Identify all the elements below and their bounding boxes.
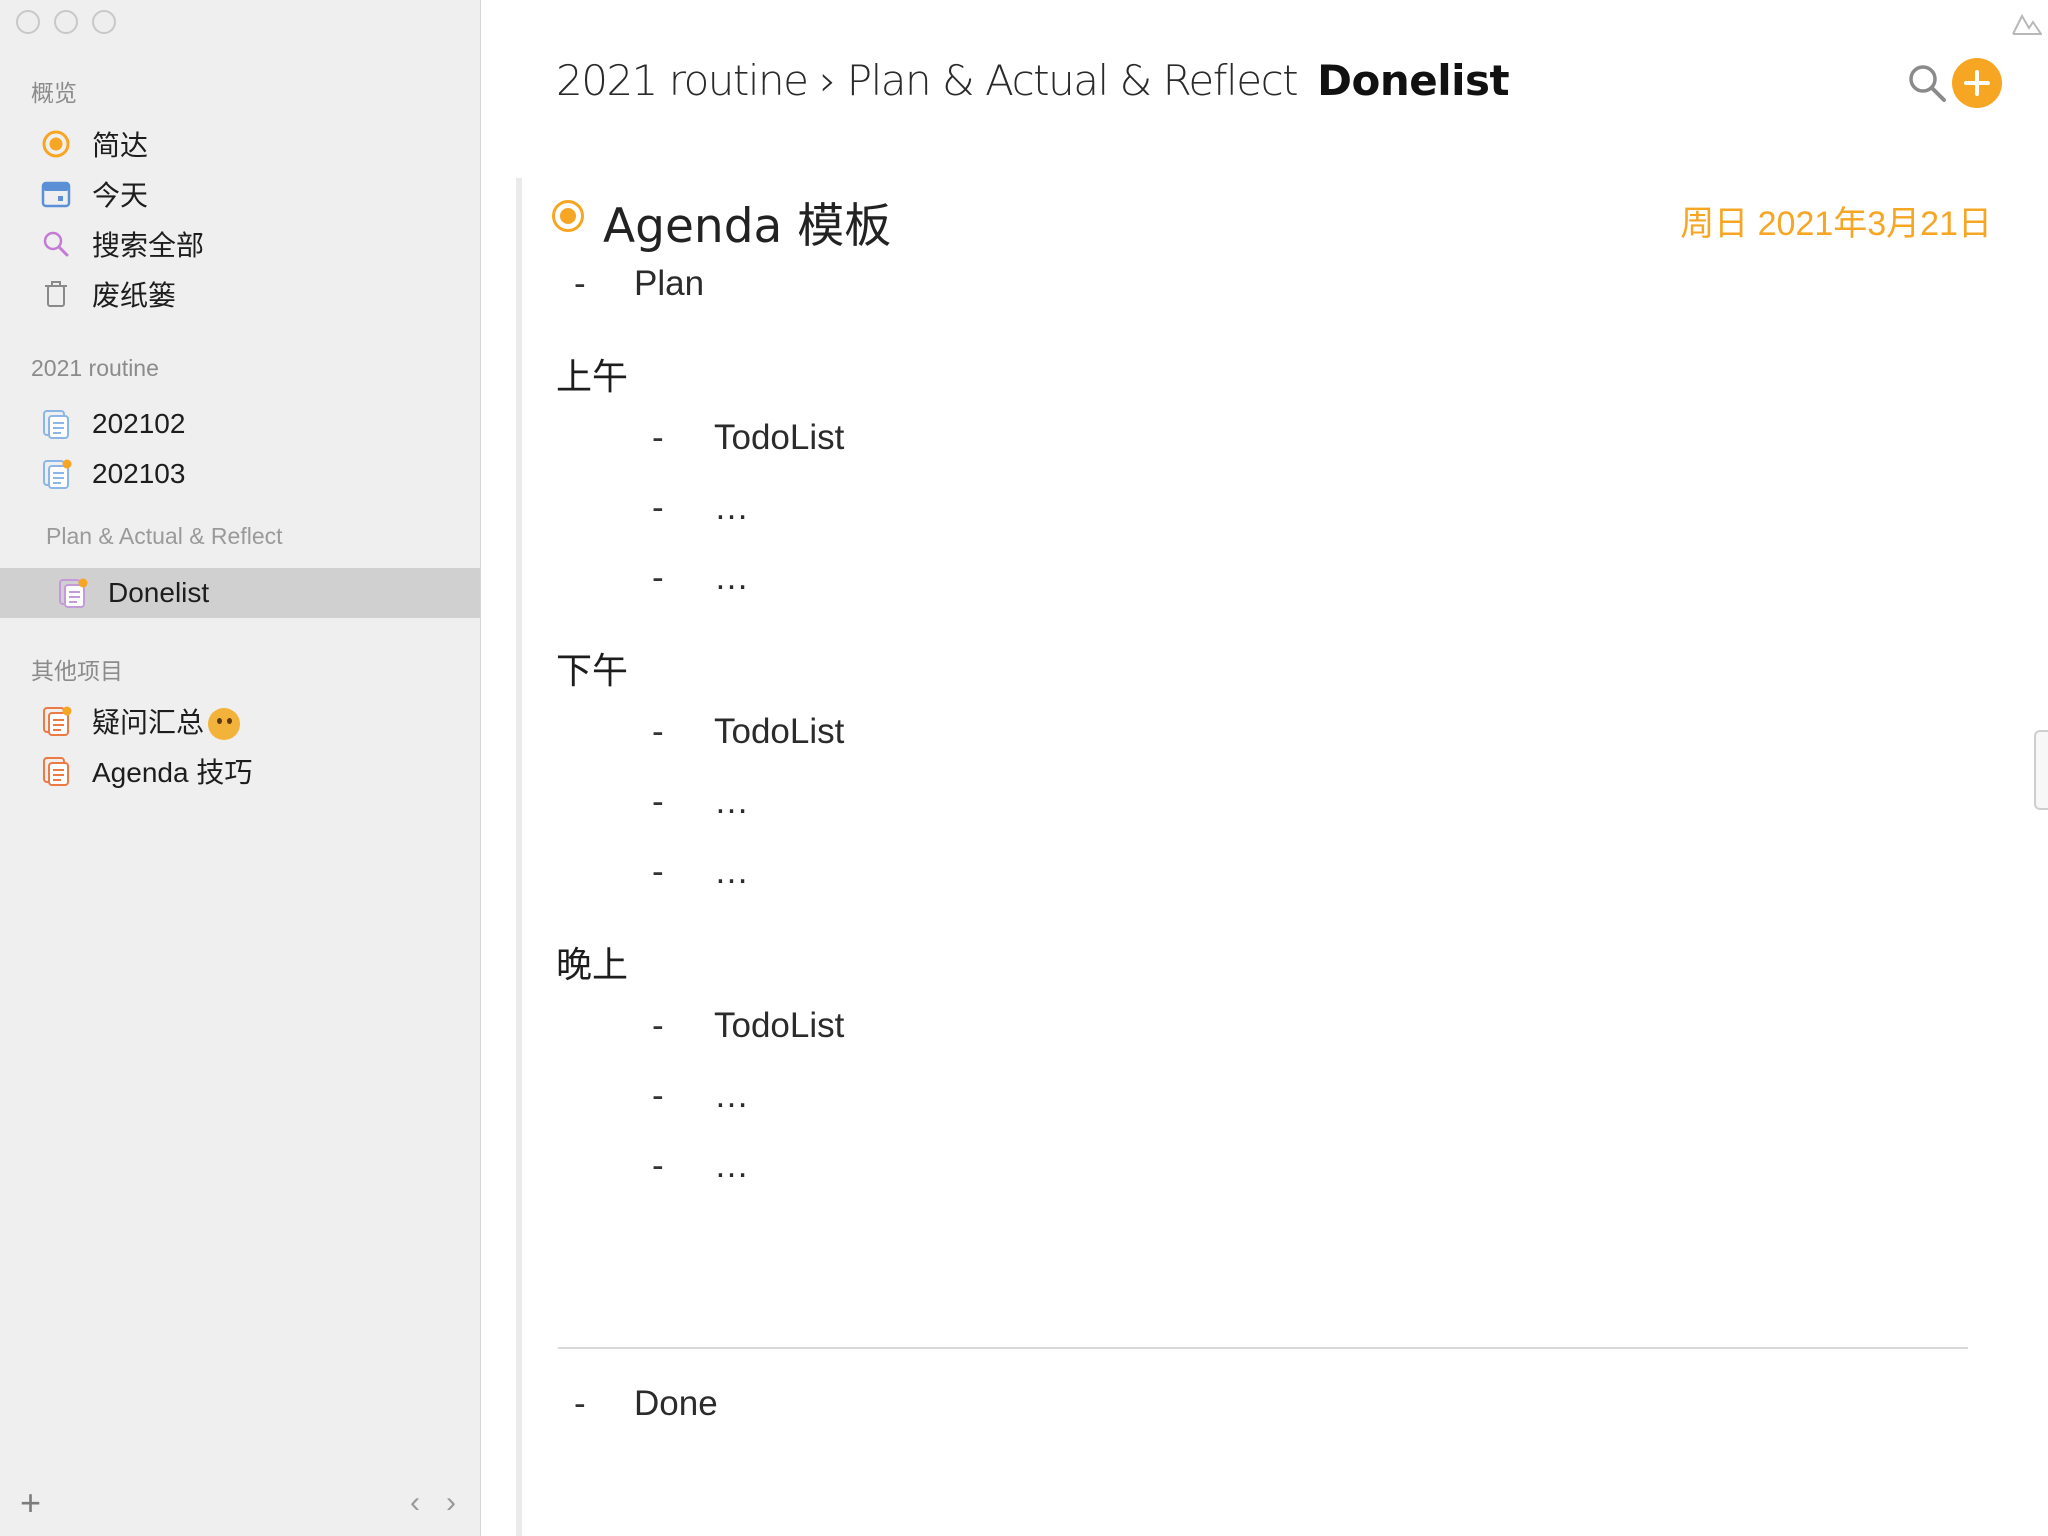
- main-content: 2021 routine › Plan & Actual & Reflect D…: [482, 0, 2048, 1536]
- list-item[interactable]: - TodoList: [652, 712, 844, 752]
- zoom-window-button[interactable]: [92, 10, 116, 34]
- list-item[interactable]: - TodoList: [652, 1006, 844, 1046]
- list-item-text: TodoList: [714, 418, 845, 457]
- other-section-label: 其他项目: [31, 658, 123, 684]
- sidebar-item-label: 废纸篓: [92, 280, 177, 311]
- bullet-dash: -: [652, 852, 664, 891]
- sidebar-item-label: 202102: [92, 408, 186, 439]
- breadcrumb-category[interactable]: 2021 routine: [556, 56, 809, 105]
- bullet-dash: -: [652, 1006, 664, 1045]
- list-item[interactable]: - …: [652, 852, 749, 892]
- list-item-text: …: [714, 782, 749, 821]
- sidebar-item-label: 今天: [92, 180, 149, 211]
- add-project-button[interactable]: +: [20, 1482, 41, 1524]
- window-controls: [16, 10, 116, 34]
- sidebar-item-agenda-tips[interactable]: Agenda 技巧: [0, 746, 480, 796]
- mountain-icon[interactable]: [2012, 12, 2043, 36]
- project-icon: [40, 458, 72, 490]
- bullet-dash: -: [652, 1076, 664, 1115]
- section-heading[interactable]: 晚上: [556, 936, 628, 988]
- routine-section-label[interactable]: 2021 routine: [31, 355, 159, 382]
- list-item[interactable]: - TodoList: [652, 418, 844, 458]
- list-item[interactable]: - …: [652, 558, 749, 598]
- list-item[interactable]: - …: [652, 1076, 749, 1116]
- list-item[interactable]: - …: [652, 488, 749, 528]
- breadcrumb-separator: ›: [819, 56, 837, 105]
- overview-section-label: 概览: [31, 80, 77, 106]
- bullet-dash: -: [652, 418, 664, 457]
- note-date[interactable]: 周日 2021年3月21日: [1680, 196, 1992, 245]
- sidebar-item-label: Agenda 技巧: [92, 757, 253, 788]
- sidebar-item-label: 简达: [92, 130, 149, 161]
- sidebar-item-label: 搜索全部: [92, 230, 205, 261]
- note-title[interactable]: Agenda 模板: [603, 187, 891, 256]
- list-item[interactable]: - Done: [574, 1384, 718, 1424]
- breadcrumb: 2021 routine › Plan & Actual & Reflect D…: [556, 56, 1510, 105]
- list-item-text: Plan: [634, 264, 705, 303]
- thinking-face-icon: [208, 708, 241, 740]
- section-heading[interactable]: 下午: [556, 642, 628, 694]
- list-item-text: …: [714, 558, 749, 597]
- sidebar-resize-handle[interactable]: [2034, 730, 2048, 810]
- sidebar-item-questions[interactable]: 疑问汇总: [0, 696, 480, 746]
- sidebar-item-donelist[interactable]: Donelist: [0, 568, 480, 618]
- bullet-dash: -: [574, 264, 586, 303]
- list-item-text: …: [714, 852, 749, 891]
- search-icon[interactable]: [1904, 60, 1950, 106]
- bullet-dash: -: [652, 782, 664, 821]
- sidebar-item-label: Donelist: [108, 577, 210, 608]
- bullet-dash: -: [652, 1146, 664, 1185]
- project-icon: [40, 755, 72, 787]
- sidebar-item-today[interactable]: 今天: [0, 169, 480, 219]
- project-icon: [40, 705, 72, 737]
- sidebar-item-202103[interactable]: 202103: [0, 449, 480, 499]
- note-side-bar: [516, 178, 522, 1536]
- sidebar-footer: + ‹ ›: [0, 1476, 480, 1536]
- list-item-text: Done: [634, 1384, 718, 1423]
- page-title: Donelist: [1317, 56, 1510, 105]
- close-window-button[interactable]: [16, 10, 40, 34]
- calendar-icon: [40, 178, 72, 210]
- trash-icon: [40, 278, 72, 310]
- list-item-text: …: [714, 1146, 749, 1185]
- project-icon: [56, 577, 88, 609]
- bullet-dash: -: [652, 488, 664, 527]
- sidebar-item-label: 疑问汇总: [92, 707, 205, 738]
- list-item-text: TodoList: [714, 712, 845, 751]
- sidebar-item-agenda-overview[interactable]: 简达: [0, 119, 480, 169]
- sidebar-item-search-all[interactable]: 搜索全部: [0, 219, 480, 269]
- sidebar-item-202102[interactable]: 202102: [0, 399, 480, 449]
- breadcrumb-subcategory[interactable]: Plan & Actual & Reflect: [847, 56, 1299, 105]
- sidebar-item-trash[interactable]: 废纸篓: [0, 269, 480, 319]
- sidebar-item-label: 202103: [92, 458, 186, 489]
- category-section-label[interactable]: Plan & Actual & Reflect: [46, 523, 283, 550]
- list-item[interactable]: - Plan: [574, 264, 704, 304]
- history-nav: ‹ ›: [410, 1486, 456, 1520]
- note-status-icon[interactable]: [552, 200, 584, 232]
- bullet-dash: -: [652, 558, 664, 597]
- minimize-window-button[interactable]: [54, 10, 78, 34]
- horizontal-rule: [558, 1347, 1968, 1349]
- list-item-text: TodoList: [714, 1006, 845, 1045]
- list-item-text: …: [714, 488, 749, 527]
- add-note-button[interactable]: [1952, 58, 2002, 108]
- list-item-text: …: [714, 1076, 749, 1115]
- section-heading[interactable]: 上午: [556, 348, 628, 400]
- project-icon: [40, 408, 72, 440]
- forward-button[interactable]: ›: [446, 1486, 456, 1520]
- list-item[interactable]: - …: [652, 782, 749, 822]
- agenda-circle-icon: [40, 128, 72, 160]
- search-icon: [40, 228, 72, 260]
- bullet-dash: -: [574, 1384, 586, 1423]
- back-button[interactable]: ‹: [410, 1486, 420, 1520]
- bullet-dash: -: [652, 712, 664, 751]
- sidebar: 概览 简达 今天 搜索全部 废纸篓 2021 routine 202102 20…: [0, 0, 481, 1536]
- list-item[interactable]: - …: [652, 1146, 749, 1186]
